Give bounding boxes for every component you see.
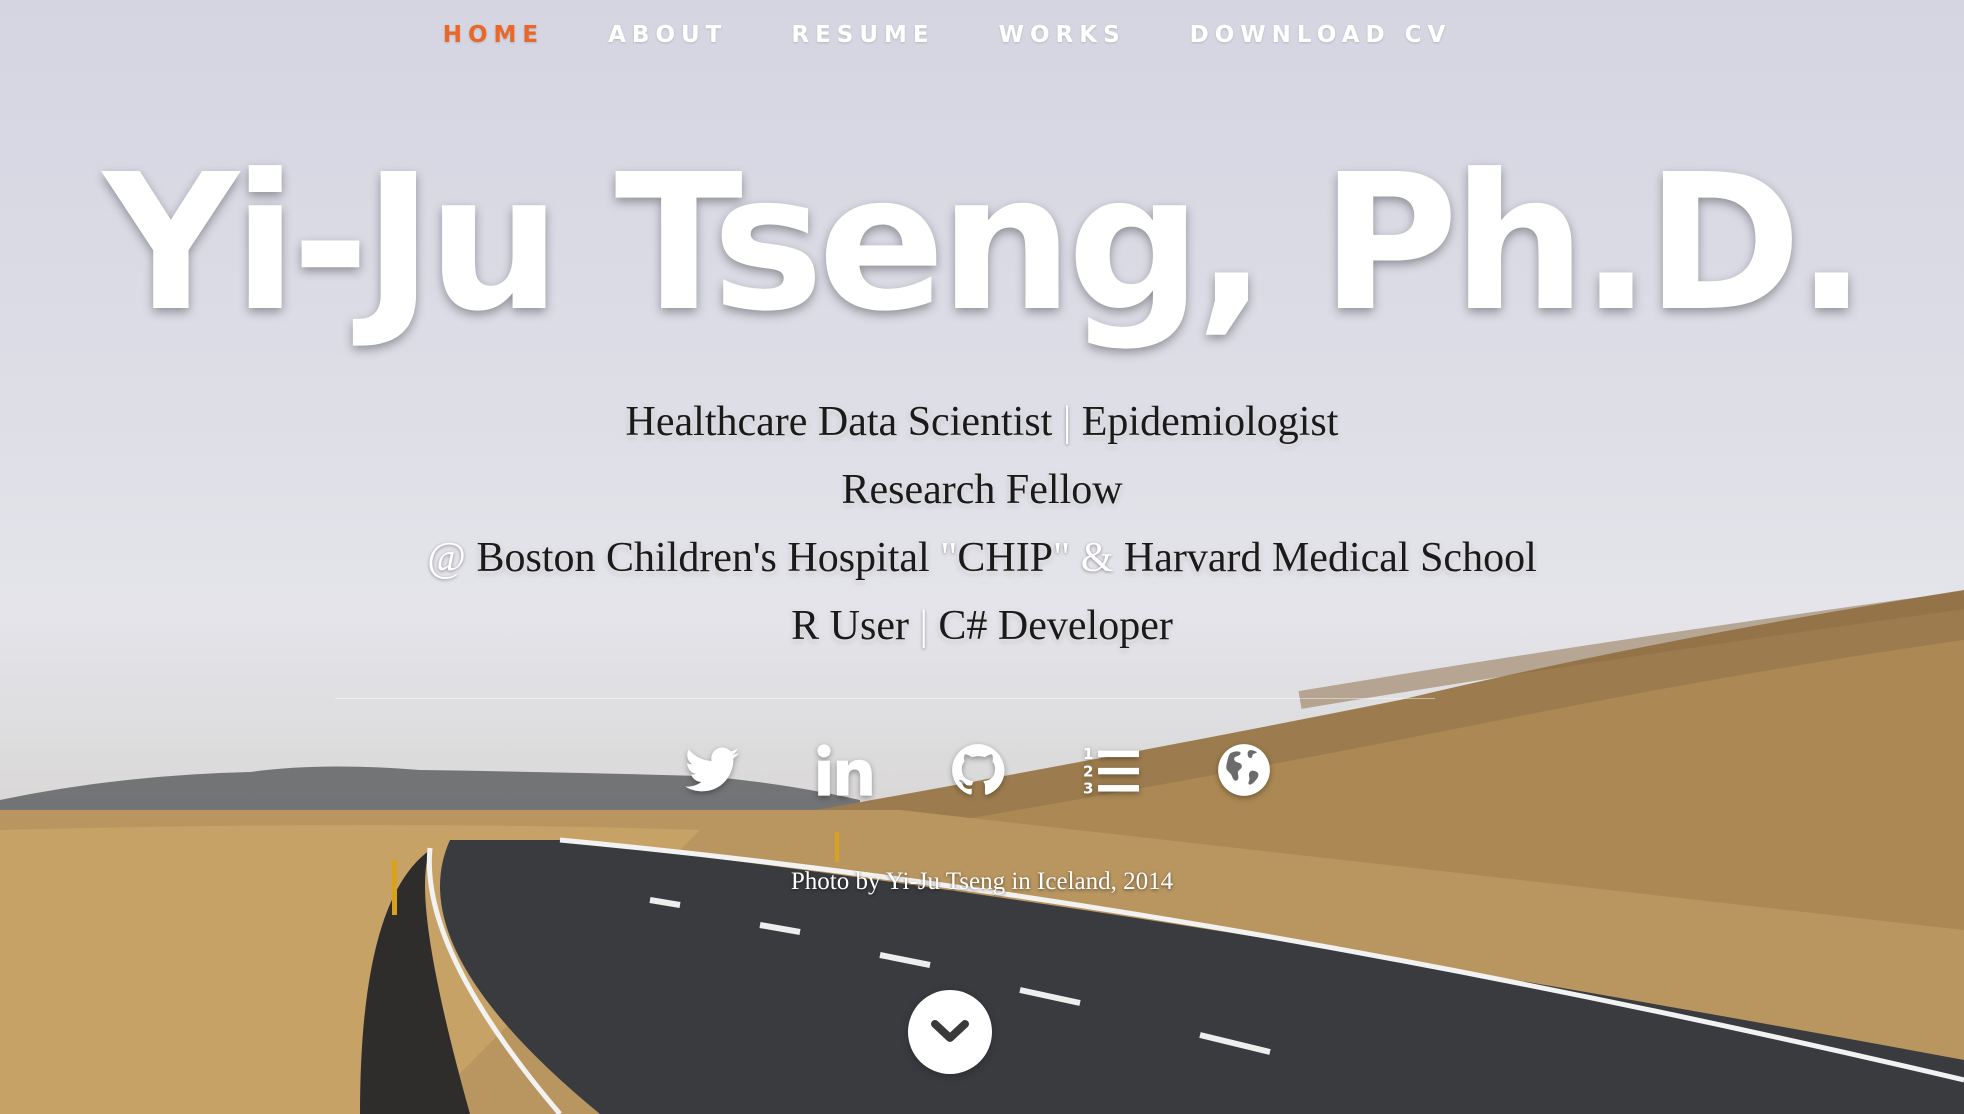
ampersand: & [1070, 535, 1124, 581]
hero-divider [335, 698, 1435, 699]
twitter-link[interactable] [684, 742, 740, 798]
quote-close: " [1053, 535, 1071, 581]
website-link[interactable] [1216, 742, 1272, 798]
nav-download-cv[interactable]: DOWNLOAD CV [1190, 22, 1452, 48]
hero-tagline: Healthcare Data Scientist | Epidemiologi… [0, 388, 1964, 660]
publications-link[interactable]: 1 2 3 [1083, 742, 1139, 798]
tagline-line-3: @ Boston Children's Hospital "CHIP" & Ha… [0, 524, 1964, 592]
social-links: 1 2 3 [0, 742, 1964, 798]
svg-text:1: 1 [1083, 745, 1093, 763]
separator: | [1052, 399, 1082, 445]
github-icon [952, 744, 1005, 795]
tagline-line-4: R User | C# Developer [0, 592, 1964, 660]
skill-r-user: R User [791, 603, 909, 649]
affiliation-chip: CHIP [957, 535, 1054, 581]
main-nav: HOME ABOUT RESUME WORKS DOWNLOAD CV [0, 22, 1964, 48]
nav-about[interactable]: ABOUT [608, 22, 727, 48]
quote-open: " [940, 535, 958, 581]
affiliation-bch: Boston Children's Hospital [476, 535, 941, 581]
scroll-down-button[interactable] [908, 990, 992, 1074]
chevron-down-icon [931, 1020, 969, 1042]
tagline-line-1: Healthcare Data Scientist | Epidemiologi… [0, 388, 1964, 456]
social-icons: 1 2 3 [684, 742, 1272, 798]
nav-resume[interactable]: RESUME [791, 22, 934, 48]
svg-text:3: 3 [1083, 780, 1093, 798]
ordered-list-icon: 1 2 3 [1083, 745, 1139, 798]
role-epidemiologist: Epidemiologist [1081, 399, 1339, 445]
skill-csharp: C# Developer [938, 603, 1173, 649]
nav-home[interactable]: HOME [443, 22, 544, 48]
github-link[interactable] [950, 742, 1006, 798]
role-data-scientist: Healthcare Data Scientist [625, 399, 1053, 445]
photo-credit: Photo by Yi-Ju Tseng in Iceland, 2014 [790, 868, 1174, 895]
hero-title: Yi-Ju Tseng, Ph.D. [102, 134, 1867, 353]
twitter-icon [685, 747, 739, 792]
tagline-line-2: Research Fellow [841, 467, 1123, 513]
linkedin-link[interactable] [817, 742, 873, 798]
globe-icon [1218, 744, 1270, 796]
affiliation-hms: Harvard Medical School [1123, 535, 1537, 581]
at-symbol: @ [427, 535, 477, 581]
linkedin-icon [817, 744, 872, 796]
nav-works[interactable]: WORKS [999, 22, 1126, 48]
separator: | [908, 603, 939, 649]
svg-text:2: 2 [1083, 762, 1093, 780]
nav-items: HOME ABOUT RESUME WORKS DOWNLOAD CV [411, 22, 1484, 48]
